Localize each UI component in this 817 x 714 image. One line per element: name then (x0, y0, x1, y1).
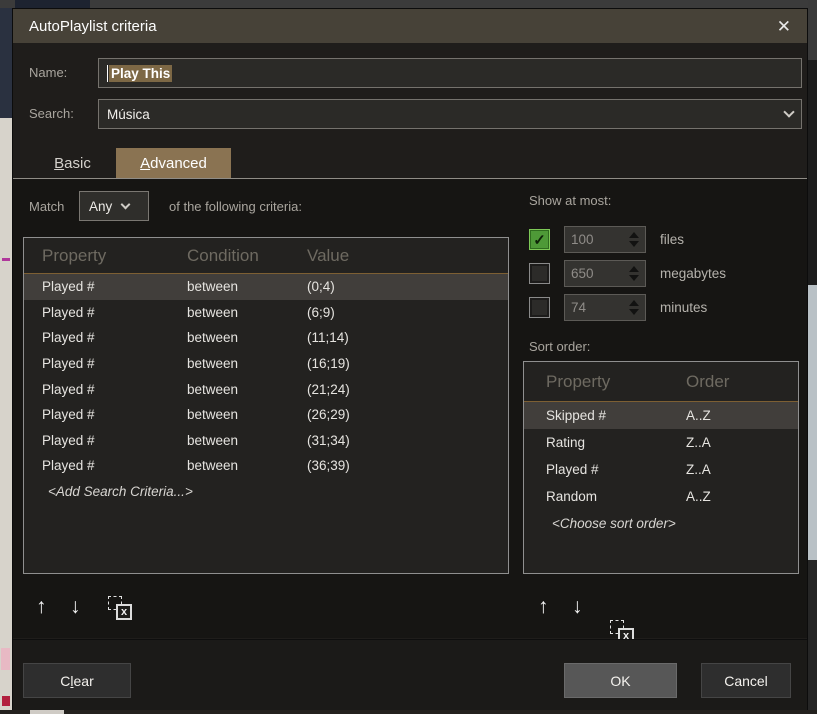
title-bar[interactable]: AutoPlaylist criteria ✕ (13, 9, 807, 43)
megabytes-checkbox[interactable] (529, 263, 550, 284)
table-row[interactable]: Played #between(11;14) (24, 325, 508, 351)
sort-order-table[interactable]: Property Order Skipped #A..Z RatingZ..A … (523, 361, 799, 574)
spinner-arrows-icon[interactable] (629, 300, 639, 315)
megabytes-unit-label: megabytes (660, 266, 726, 281)
close-icon[interactable]: ✕ (777, 18, 791, 35)
minutes-unit-label: minutes (660, 300, 707, 315)
criteria-table[interactable]: Property Condition Value Played #between… (23, 237, 509, 574)
choose-sort-order-row[interactable]: <Choose sort order> (524, 510, 798, 537)
sort-move-down-button[interactable]: ↓ (572, 596, 583, 617)
tab-basic[interactable]: Basic (29, 148, 116, 178)
table-row[interactable]: Skipped #A..Z (524, 402, 798, 429)
column-header-value[interactable]: Value (307, 246, 508, 266)
search-label: Search: (29, 106, 74, 121)
chevron-down-icon (121, 200, 131, 210)
minutes-checkbox[interactable] (529, 297, 550, 318)
name-value: Play This (109, 65, 172, 82)
dialog-title: AutoPlaylist criteria (29, 18, 157, 35)
column-header-property[interactable]: Property (546, 372, 686, 392)
match-suffix-label: of the following criteria: (169, 199, 302, 214)
match-label: Match (29, 199, 64, 214)
name-input[interactable]: Play This (98, 58, 802, 88)
table-row[interactable]: Played #between(21;24) (24, 376, 508, 402)
tab-advanced[interactable]: Advanced (116, 148, 231, 178)
table-row[interactable]: Played #between(16;19) (24, 351, 508, 377)
show-at-most-label: Show at most: (529, 193, 611, 208)
background-left-strip (0, 8, 12, 710)
background-top-strip (0, 0, 817, 8)
match-mode-value: Any (89, 199, 112, 214)
sort-move-up-button[interactable]: ↑ (538, 596, 549, 617)
table-row[interactable]: Played #between(36;39) (24, 453, 508, 479)
screen: AutoPlaylist criteria ✕ Name: Play This … (0, 0, 817, 714)
limit-files-row: ✓ 100 files (529, 226, 684, 253)
files-count-spinner[interactable]: 100 (564, 226, 646, 253)
chevron-down-icon (783, 106, 794, 117)
search-value: Música (107, 107, 150, 122)
criteria-header[interactable]: Property Condition Value (24, 238, 508, 274)
table-row[interactable]: RatingZ..A (524, 429, 798, 456)
column-header-property[interactable]: Property (42, 246, 187, 266)
criteria-move-up-button[interactable]: ↑ (36, 596, 47, 617)
sort-order-label: Sort order: (529, 339, 590, 354)
background-right-strip (808, 0, 817, 714)
files-unit-label: files (660, 232, 684, 247)
spinner-arrows-icon[interactable] (629, 266, 639, 281)
table-row[interactable]: Played #between(6;9) (24, 300, 508, 326)
clear-button[interactable]: Clear (23, 663, 131, 698)
files-checkbox[interactable]: ✓ (529, 229, 550, 250)
name-label: Name: (29, 65, 67, 80)
add-search-criteria-row[interactable]: <Add Search Criteria...> (24, 479, 508, 505)
criteria-delete-button[interactable]: x (108, 596, 132, 620)
text-caret (107, 65, 108, 82)
search-dropdown[interactable]: Música (98, 99, 802, 129)
sort-header[interactable]: Property Order (524, 362, 798, 402)
megabytes-count-spinner[interactable]: 650 (564, 260, 646, 287)
table-row[interactable]: Played #between(31;34) (24, 428, 508, 454)
limit-minutes-row: 74 minutes (529, 294, 707, 321)
autoplaylist-criteria-dialog: AutoPlaylist criteria ✕ Name: Play This … (12, 8, 808, 710)
table-row[interactable]: Played #Z..A (524, 456, 798, 483)
column-header-condition[interactable]: Condition (187, 246, 307, 266)
spinner-arrows-icon[interactable] (629, 232, 639, 247)
background-bottom-strip (0, 710, 817, 714)
criteria-move-down-button[interactable]: ↓ (70, 596, 81, 617)
column-header-order[interactable]: Order (686, 372, 798, 392)
dialog-footer (13, 639, 807, 710)
delete-x-icon: x (116, 604, 132, 620)
ok-button[interactable]: OK (564, 663, 677, 698)
cancel-button[interactable]: Cancel (701, 663, 791, 698)
match-mode-dropdown[interactable]: Any (79, 191, 149, 221)
background-thumbnail (15, 0, 90, 8)
table-row[interactable]: Played #between(0;4) (24, 274, 508, 300)
table-row[interactable]: RandomA..Z (524, 483, 798, 510)
minutes-count-spinner[interactable]: 74 (564, 294, 646, 321)
table-row[interactable]: Played #between(26;29) (24, 402, 508, 428)
limit-megabytes-row: 650 megabytes (529, 260, 726, 287)
